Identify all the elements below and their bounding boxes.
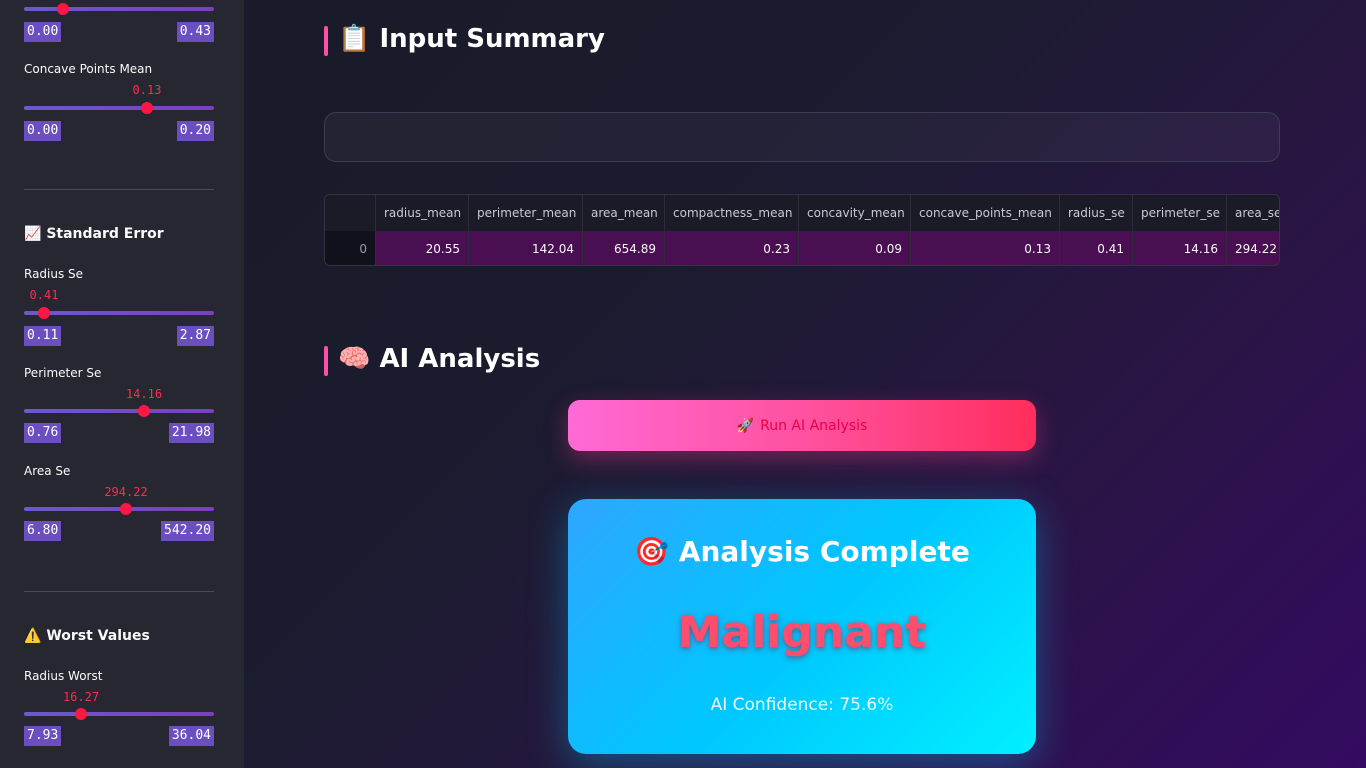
button-label: Run AI Analysis bbox=[760, 417, 868, 434]
table-cell[interactable]: 142.04 bbox=[469, 231, 583, 265]
sidebar: 0.00 0.43 Concave Points Mean 0.13 0.00 … bbox=[0, 0, 244, 768]
rocket-icon: 🚀 bbox=[736, 417, 755, 434]
slider-thumb[interactable] bbox=[138, 405, 150, 417]
section-title: Worst Values bbox=[46, 628, 150, 644]
slider-value: 0.41 bbox=[29, 288, 59, 302]
table-cell[interactable]: 654.89 bbox=[583, 231, 665, 265]
run-ai-analysis-button[interactable]: 🚀 Run AI Analysis bbox=[568, 400, 1036, 451]
chart-increasing-icon: 📈 bbox=[24, 226, 42, 242]
slider-max: 21.98 bbox=[168, 423, 214, 443]
slider-max: 0.43 bbox=[176, 22, 214, 42]
target-icon: 🎯 bbox=[634, 535, 670, 568]
table-header-cell[interactable]: radius_se bbox=[1060, 195, 1133, 231]
slider-area-se[interactable]: Area Se 294.22 6.80 542.20 bbox=[24, 464, 214, 544]
table-cell[interactable]: 0.23 bbox=[665, 231, 799, 265]
slider-thumb[interactable] bbox=[57, 3, 69, 15]
slider-max: 0.20 bbox=[176, 121, 214, 141]
result-card: 🎯 Analysis Complete Malignant AI Confide… bbox=[568, 499, 1036, 754]
slider-track[interactable] bbox=[24, 7, 214, 11]
table-header-cell[interactable]: area_se bbox=[1227, 195, 1279, 231]
slider-value: 14.16 bbox=[125, 387, 163, 401]
input-summary-box bbox=[324, 112, 1280, 162]
slider-thumb[interactable] bbox=[75, 708, 87, 720]
clipboard-icon: 📋 bbox=[338, 24, 371, 54]
table-header-cell[interactable]: compactness_mean bbox=[665, 195, 799, 231]
table-cell[interactable]: 0.09 bbox=[799, 231, 911, 265]
table-header-index bbox=[325, 195, 376, 231]
slider-value: 0.13 bbox=[132, 83, 162, 97]
slider-label: Area Se bbox=[24, 464, 71, 478]
table-row: 0 20.55 142.04 654.89 0.23 0.09 0.13 0.4… bbox=[325, 231, 1279, 265]
table-header-row: radius_mean perimeter_mean area_mean com… bbox=[325, 195, 1279, 231]
heading-text: Input Summary bbox=[379, 24, 605, 54]
slider-label: Radius Se bbox=[24, 267, 84, 281]
input-data-table[interactable]: radius_mean perimeter_mean area_mean com… bbox=[324, 194, 1280, 266]
confidence-text: AI Confidence: 75.6% bbox=[710, 695, 894, 715]
slider-min: 0.76 bbox=[24, 423, 62, 443]
table-cell[interactable]: 0.41 bbox=[1060, 231, 1133, 265]
result-title: 🎯 Analysis Complete bbox=[568, 535, 1036, 568]
table-header-cell[interactable]: radius_mean bbox=[376, 195, 469, 231]
slider-radius-se[interactable]: Radius Se 0.41 0.11 2.87 bbox=[24, 267, 214, 347]
slider-radius-worst[interactable]: Radius Worst 16.27 7.93 36.04 bbox=[24, 669, 214, 749]
table-cell[interactable]: 14.16 bbox=[1133, 231, 1227, 265]
slider-track[interactable] bbox=[24, 409, 214, 413]
slider-thumb[interactable] bbox=[38, 307, 50, 319]
table-cell[interactable]: 20.55 bbox=[376, 231, 469, 265]
slider-min: 7.93 bbox=[24, 726, 62, 746]
slider-thumb[interactable] bbox=[141, 102, 153, 114]
section-title: Standard Error bbox=[46, 226, 164, 242]
slider-max: 2.87 bbox=[176, 326, 214, 346]
slider-max: 542.20 bbox=[161, 521, 214, 541]
table-header-cell[interactable]: perimeter_se bbox=[1133, 195, 1227, 231]
heading-text: AI Analysis bbox=[379, 344, 541, 374]
input-summary-heading: 📋 Input Summary bbox=[324, 24, 605, 56]
slider-min: 0.00 bbox=[24, 121, 62, 141]
slider-perimeter-se[interactable]: Perimeter Se 14.16 0.76 21.98 bbox=[24, 366, 214, 446]
table-header-cell[interactable]: concave_points_mean bbox=[911, 195, 1060, 231]
warning-icon: ⚠️ bbox=[24, 628, 42, 644]
section-worst-values: ⚠️ Worst Values bbox=[24, 628, 150, 644]
slider-max: 36.04 bbox=[168, 726, 214, 746]
table-header-cell[interactable]: area_mean bbox=[583, 195, 665, 231]
slider-value: 16.27 bbox=[62, 690, 100, 704]
section-standard-error: 📈 Standard Error bbox=[24, 226, 164, 242]
ai-analysis-heading: 🧠 AI Analysis bbox=[324, 344, 541, 376]
sidebar-divider bbox=[24, 189, 214, 190]
table-row-index: 0 bbox=[325, 231, 376, 265]
brain-icon: 🧠 bbox=[338, 344, 371, 374]
slider-track[interactable] bbox=[24, 311, 214, 315]
sidebar-divider bbox=[24, 591, 214, 592]
result-title-text: Analysis Complete bbox=[678, 535, 970, 568]
slider-compactness-mean[interactable]: 0.00 0.43 bbox=[24, 0, 214, 44]
slider-thumb[interactable] bbox=[120, 503, 132, 515]
slider-label: Radius Worst bbox=[24, 669, 103, 683]
table-header-cell[interactable]: concavity_mean bbox=[799, 195, 911, 231]
slider-track[interactable] bbox=[24, 106, 214, 110]
table-cell[interactable]: 294.22 bbox=[1227, 231, 1279, 265]
diagnosis-label: Malignant bbox=[677, 607, 927, 658]
slider-track[interactable] bbox=[24, 507, 214, 511]
main-content: 📋 Input Summary radius_mean perimeter_me… bbox=[244, 0, 1366, 768]
slider-value: 294.22 bbox=[104, 485, 148, 499]
slider-concave-points-mean[interactable]: Concave Points Mean 0.13 0.00 0.20 bbox=[24, 62, 214, 142]
slider-min: 0.00 bbox=[24, 22, 62, 42]
table-cell[interactable]: 0.13 bbox=[911, 231, 1060, 265]
slider-track[interactable] bbox=[24, 712, 214, 716]
slider-label: Concave Points Mean bbox=[24, 62, 153, 76]
slider-min: 6.80 bbox=[24, 521, 62, 541]
table-header-cell[interactable]: perimeter_mean bbox=[469, 195, 583, 231]
slider-label: Perimeter Se bbox=[24, 366, 102, 380]
slider-min: 0.11 bbox=[24, 326, 62, 346]
